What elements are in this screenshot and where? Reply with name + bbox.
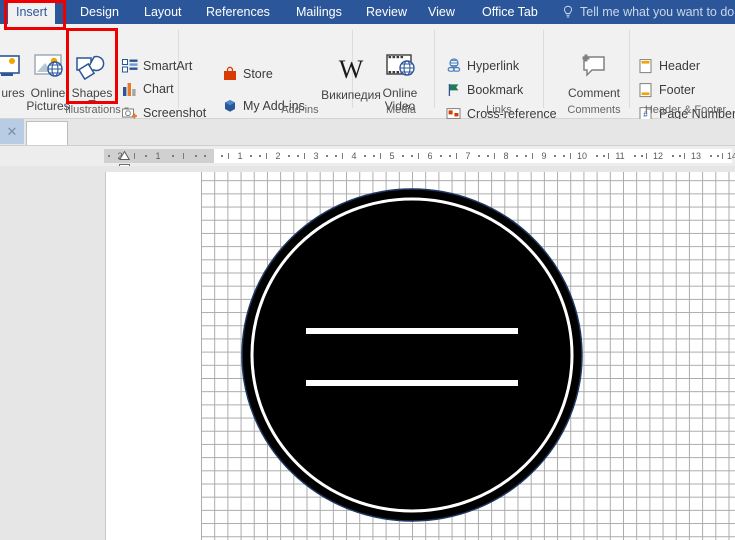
chart-icon <box>122 81 138 97</box>
ruler-tick: 12 <box>652 151 663 161</box>
shapes-button[interactable]: Shapes <box>68 52 116 104</box>
online-pictures-icon <box>28 54 68 86</box>
tab-references[interactable]: References <box>198 0 278 24</box>
group-separator <box>543 30 544 108</box>
ruler-tick: 1 <box>237 151 243 161</box>
group-label-illustrations: Illustrations <box>65 104 121 116</box>
ruler-scale: 2 1 1 2 3 4 5 6 7 8 9 10 11 12 13 14 <box>100 149 735 163</box>
ruler-tick: 8 <box>503 151 509 161</box>
ruler-tick: 9 <box>541 151 547 161</box>
shapes-label: Shapes <box>71 86 113 100</box>
tab-layout[interactable]: Layout <box>136 0 190 24</box>
hyperlink-icon <box>446 58 462 74</box>
ruler-tick: 14 <box>726 151 735 161</box>
group-label-header-footer: Header & Footer <box>644 104 727 116</box>
group-label-media: Media <box>386 104 416 116</box>
online-video-icon <box>380 54 420 86</box>
ribbon-tab-bar: Insert Design Layout References Mailings… <box>0 0 735 24</box>
bookmark-label: Bookmark <box>467 83 524 97</box>
word-window: Insert Design Layout References Mailings… <box>0 0 735 540</box>
close-icon[interactable]: ✕ <box>0 119 24 144</box>
document-tab-strip: ✕ <box>0 119 735 146</box>
chart-label: Chart <box>143 82 174 96</box>
ruler-tick: 2 <box>275 151 281 161</box>
document-tab[interactable] <box>26 121 68 145</box>
bookmark-icon <box>446 82 462 98</box>
group-separator <box>434 30 435 108</box>
footer-button[interactable]: Footer <box>638 80 695 100</box>
tab-mailings[interactable]: Mailings <box>288 0 350 24</box>
ruler-tick: 11 <box>615 151 625 161</box>
svg-text:W: W <box>339 55 364 84</box>
my-addins-icon <box>222 98 238 114</box>
hyperlink-label: Hyperlink <box>467 59 520 73</box>
tell-me-search[interactable]: Tell me what you want to do <box>580 0 734 24</box>
wikipedia-w-icon: W <box>329 55 373 88</box>
ruler-tick: 3 <box>313 151 319 161</box>
horizontal-ruler[interactable]: 2 1 1 2 3 4 5 6 7 8 9 10 11 12 13 14 <box>0 146 735 166</box>
document-page[interactable] <box>105 172 735 540</box>
ruler-tick: 10 <box>576 151 587 161</box>
oval-equals-shape[interactable] <box>241 188 583 522</box>
comment-label: Comment <box>567 86 620 100</box>
document-canvas[interactable] <box>0 166 735 540</box>
store-label: Store <box>243 67 273 81</box>
header-label: Header <box>659 59 700 73</box>
comment-button[interactable]: Comment <box>558 52 630 100</box>
tab-view[interactable]: View <box>420 0 463 24</box>
my-addins-button[interactable]: My Add-ins <box>222 96 305 116</box>
footer-label: Footer <box>659 83 696 97</box>
comment-icon <box>571 54 617 86</box>
ribbon-body: ures Online Pictures Shapes SmartArt Cha… <box>0 24 735 122</box>
shapes-icon <box>72 55 112 86</box>
ruler-tick: 6 <box>427 151 433 161</box>
ruler-tick: 4 <box>351 151 357 161</box>
ruler-tick: 5 <box>389 151 395 161</box>
smartart-label: SmartArt <box>143 59 193 73</box>
ruler-tick: 13 <box>690 151 701 161</box>
smartart-icon <box>122 58 138 74</box>
first-line-indent-marker[interactable] <box>118 147 131 160</box>
tab-office-tab[interactable]: Office Tab <box>474 0 546 24</box>
group-label-links: Links <box>486 104 512 116</box>
tab-insert[interactable]: Insert <box>8 0 56 24</box>
header-icon <box>638 58 654 74</box>
group-label-comments: Comments <box>567 104 621 116</box>
footer-icon <box>638 82 654 98</box>
group-label-addins: Add-ins <box>281 104 319 116</box>
store-icon <box>222 66 238 82</box>
ruler-tick: 1 <box>155 151 161 161</box>
header-button[interactable]: Header <box>638 56 700 76</box>
tab-design[interactable]: Design <box>72 0 127 24</box>
ruler-tick: 7 <box>465 151 471 161</box>
tab-review[interactable]: Review <box>358 0 415 24</box>
lightbulb-icon <box>562 5 574 19</box>
